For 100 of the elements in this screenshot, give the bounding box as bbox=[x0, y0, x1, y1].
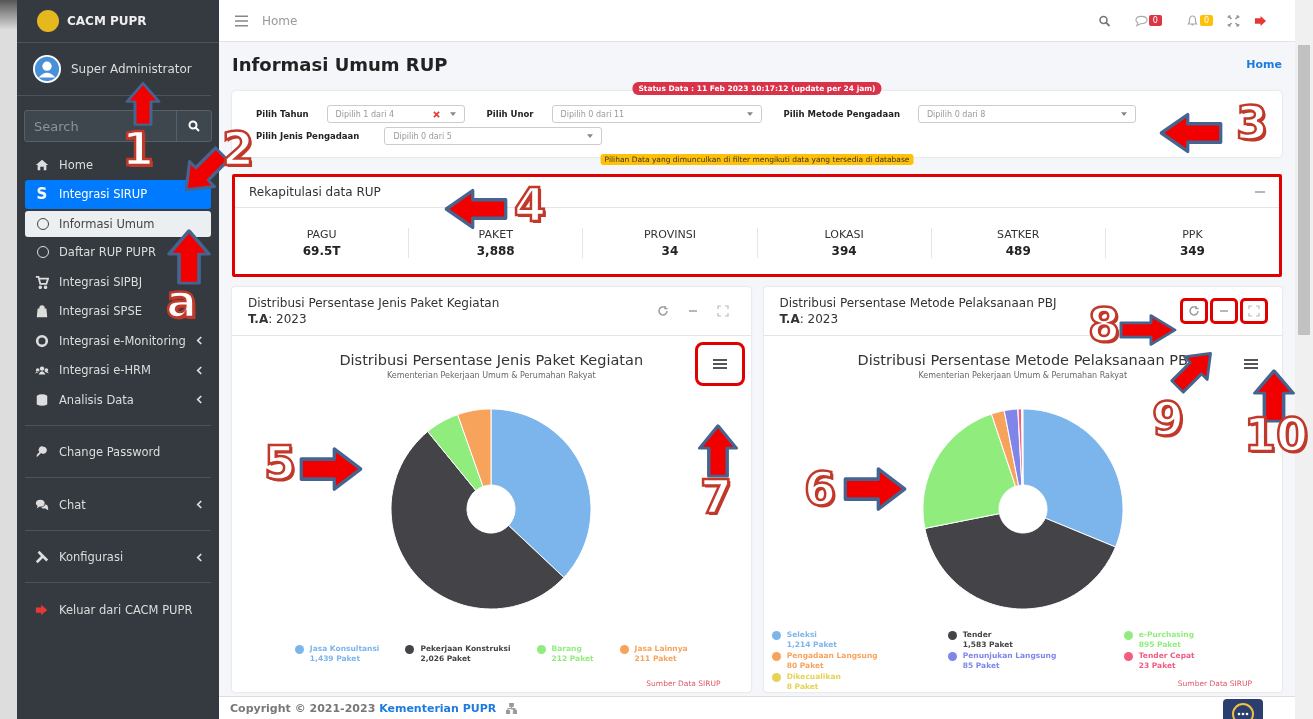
menu-button[interactable] bbox=[694, 342, 745, 387]
filter-label: Pilih Unor bbox=[486, 109, 534, 120]
sitemap-icon bbox=[506, 702, 518, 714]
stat-label: PAGU bbox=[306, 228, 337, 242]
menu-item[interactable]: Integrasi SPSE bbox=[25, 296, 150, 326]
annotation-number: 10 bbox=[1244, 412, 1308, 458]
annotation-number: 6 bbox=[804, 466, 836, 512]
logo-icon bbox=[37, 10, 59, 32]
menu-item[interactable]: Change Password bbox=[25, 437, 169, 467]
menu-item[interactable]: Integrasi e-HRM bbox=[25, 355, 211, 385]
tools-icon bbox=[35, 550, 49, 565]
stat-label: PPK bbox=[1182, 228, 1203, 242]
dropdown-field[interactable]: Dipilih 1 dari 4 bbox=[326, 105, 465, 124]
refresh-icon bbox=[1188, 305, 1200, 318]
annotation-number: 2 bbox=[222, 126, 254, 172]
dropdown-field[interactable]: Dipilih 0 dari 11 bbox=[551, 105, 762, 124]
stat-label: SATKER bbox=[997, 228, 1040, 242]
message-count-badge: 0 bbox=[1148, 15, 1162, 27]
filter-label: Pilih Jenis Pengadaan bbox=[256, 131, 360, 142]
home-icon bbox=[35, 157, 49, 172]
logout-icon[interactable] bbox=[1254, 14, 1267, 27]
annotation-arrow bbox=[123, 81, 163, 127]
stat-value: 394 bbox=[831, 244, 857, 259]
menu-item[interactable]: Konfigurasi bbox=[25, 542, 211, 572]
menu-icon bbox=[1244, 358, 1258, 371]
minimize-button[interactable] bbox=[1210, 298, 1238, 325]
stat-value: 34 bbox=[661, 244, 679, 259]
menu-item[interactable]: S Integrasi SIRUP bbox=[25, 179, 211, 209]
refresh-icon bbox=[656, 305, 669, 318]
chat-icon[interactable] bbox=[1134, 14, 1148, 27]
dropdown-field[interactable]: Dipilih 0 dari 5 bbox=[384, 127, 603, 146]
annotation-arrow bbox=[842, 464, 908, 514]
caret-icon bbox=[1120, 112, 1127, 117]
expand-button[interactable] bbox=[1240, 298, 1268, 325]
chat-icon bbox=[35, 497, 49, 512]
caret-icon bbox=[449, 112, 456, 117]
dropdown-field[interactable]: Dipilih 0 dari 8 bbox=[917, 105, 1136, 124]
chart-subtitle: Kementerian Pekerjaan Umum & Perumahan Rakyat bbox=[918, 371, 1128, 381]
bag-icon bbox=[35, 304, 49, 319]
bell-icon[interactable] bbox=[1185, 14, 1199, 27]
stat-label: LOKASI bbox=[824, 228, 864, 242]
annotation-number: 4 bbox=[514, 182, 546, 228]
stat-label: PROVINSI bbox=[643, 228, 696, 242]
cart-icon bbox=[35, 274, 49, 289]
home-link[interactable]: Home bbox=[1246, 57, 1282, 71]
expand-icon bbox=[716, 305, 729, 318]
year-label: T.A: 2023 bbox=[248, 312, 308, 327]
annotation-number: 8 bbox=[1088, 302, 1120, 348]
brand-name: CACM PUPR bbox=[67, 14, 147, 28]
breadcrumb[interactable]: Home bbox=[262, 13, 298, 28]
letter-icon: S bbox=[35, 187, 49, 202]
annotation-arrow bbox=[695, 423, 741, 479]
stat-label: PAKET bbox=[478, 228, 513, 242]
chart-title: Distribusi Persentase Jenis Paket Kegiatan bbox=[339, 352, 644, 369]
clear-icon[interactable] bbox=[432, 110, 440, 118]
annotation-number: 3 bbox=[1236, 100, 1268, 146]
filter-label: Pilih Tahun bbox=[256, 109, 309, 120]
database-icon bbox=[35, 392, 49, 407]
user-name[interactable]: Super Administrator bbox=[71, 62, 192, 76]
annotation-number: 9 bbox=[1152, 396, 1184, 442]
annotation-arrow bbox=[164, 228, 214, 286]
fullscreen-icon[interactable] bbox=[1227, 14, 1240, 27]
stat-value: 3,888 bbox=[476, 244, 515, 259]
menu-icon[interactable] bbox=[235, 14, 248, 27]
menu-item[interactable]: Integrasi e-Monitoring bbox=[25, 326, 211, 356]
menu-item[interactable]: Keluar dari CACM PUPR bbox=[25, 595, 201, 625]
search-icon bbox=[188, 120, 200, 132]
caret-icon bbox=[587, 134, 594, 139]
annotation-arrow bbox=[298, 444, 364, 494]
card-title: Distribusi Persentase Jenis Paket Kegiatan bbox=[248, 296, 500, 311]
menu-item[interactable]: Home bbox=[25, 150, 101, 180]
menu-item[interactable]: Chat bbox=[25, 490, 211, 520]
menu-item[interactable]: Analisis Data bbox=[25, 385, 211, 415]
card-title: Rekapitulasi data RUP bbox=[249, 185, 381, 200]
stat-value: 489 bbox=[1005, 244, 1031, 259]
logout-icon bbox=[35, 602, 49, 617]
submenu-item[interactable]: Daftar RUP PUPR bbox=[25, 239, 211, 265]
expand-icon bbox=[1248, 305, 1260, 318]
copyright-text: Copyright © 2021-2023 Kementerian PUPR bbox=[230, 701, 497, 715]
annotation-arrow bbox=[1158, 110, 1224, 156]
annotation-number: 7 bbox=[700, 474, 732, 520]
menu-icon bbox=[712, 358, 727, 371]
stat-value: 349 bbox=[1179, 244, 1205, 259]
footer-link[interactable]: Kementerian PUPR bbox=[379, 701, 497, 715]
annotation-number: a bbox=[166, 278, 198, 324]
submenu-item[interactable]: Informasi Umum bbox=[25, 211, 211, 237]
menu-item[interactable]: Integrasi SIPBJ bbox=[25, 267, 151, 297]
filter-label: Pilih Metode Pengadaan bbox=[783, 109, 900, 120]
year-label: T.A: 2023 bbox=[779, 312, 840, 327]
avatar-icon bbox=[33, 55, 61, 83]
key-icon bbox=[35, 445, 49, 460]
stat-value: 69.5T bbox=[302, 244, 341, 259]
card-title: Distribusi Persentase Metode Pelaksanaan PBJ bbox=[779, 296, 1057, 311]
notification-count-badge: 0 bbox=[1199, 15, 1213, 27]
annotation-number: 5 bbox=[264, 440, 296, 486]
search-icon[interactable] bbox=[1097, 14, 1111, 27]
refresh-button[interactable] bbox=[1180, 298, 1208, 325]
page-title: Informasi Umum RUP bbox=[232, 53, 448, 75]
chart-subtitle: Kementerian Pekerjaan Umum & Perumahan Rakyat bbox=[386, 371, 596, 381]
annotation-arrow bbox=[443, 186, 509, 232]
